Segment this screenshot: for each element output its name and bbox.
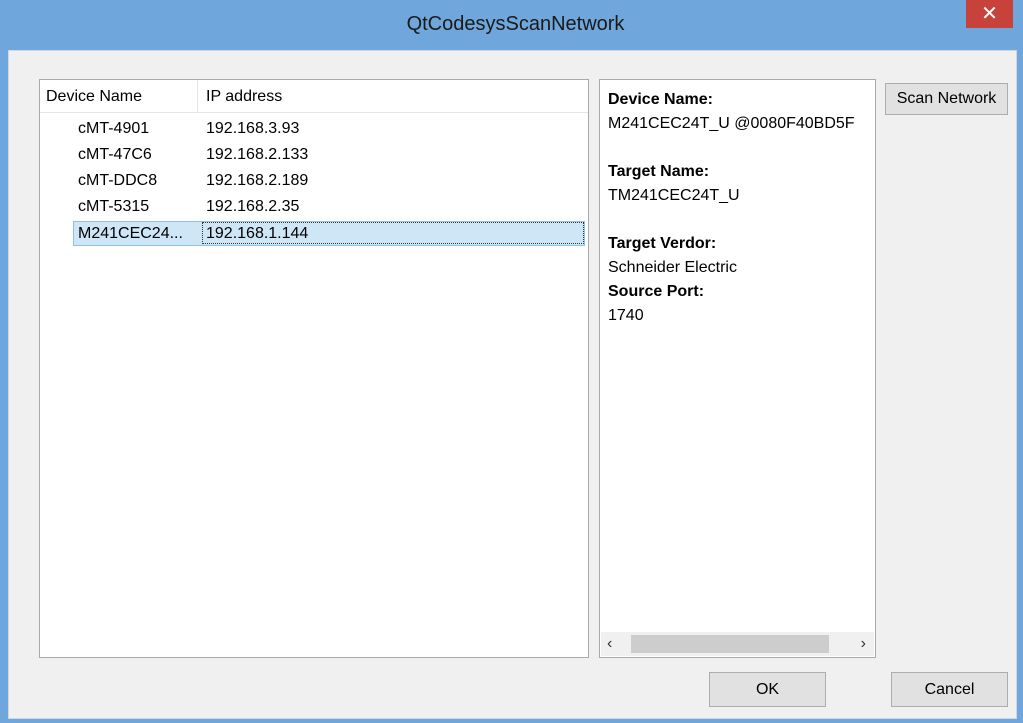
ip-address-cell: 192.168.3.93	[206, 120, 300, 137]
chevron-right-icon[interactable]: ›	[861, 632, 866, 656]
ip-address-cell: 192.168.2.35	[206, 198, 300, 215]
close-button[interactable]: ✕	[966, 0, 1013, 28]
target-name-label: Target Name:	[608, 163, 710, 180]
device-name-cell: cMT-47C6	[78, 146, 152, 163]
device-name-label: Device Name:	[608, 91, 713, 108]
horizontal-scrollbar[interactable]: ‹ ›	[601, 632, 874, 656]
dialog-body: Device Name IP address cMT-4901 192.168.…	[8, 50, 1017, 719]
device-rows: cMT-4901 192.168.3.93 cMT-47C6 192.168.2…	[40, 117, 588, 247]
device-name-value: M241CEC24T_U @0080F40BD5F	[608, 115, 855, 132]
device-details-panel: Device Name: M241CEC24T_U @0080F40BD5F T…	[599, 79, 876, 658]
device-name-cell: cMT-5315	[78, 198, 150, 215]
cancel-button[interactable]: Cancel	[891, 672, 1008, 707]
title-bar[interactable]: QtCodesysScanNetwork ✕	[8, 0, 1023, 50]
scan-network-button[interactable]: Scan Network	[885, 83, 1008, 115]
device-name-cell: cMT-4901	[78, 120, 150, 137]
window-title: QtCodesysScanNetwork	[406, 13, 625, 35]
list-header: Device Name IP address	[40, 80, 588, 113]
ip-address-cell: 192.168.2.189	[206, 172, 309, 189]
table-row[interactable]: cMT-5315 192.168.2.35	[40, 195, 588, 221]
table-row-selected[interactable]: M241CEC24... 192.168.1.144	[40, 221, 588, 247]
scrollbar-thumb[interactable]	[631, 635, 829, 653]
device-name-cell: M241CEC24...	[78, 225, 183, 242]
ok-button[interactable]: OK	[709, 672, 826, 707]
source-port-value: 1740	[608, 307, 644, 324]
device-name-cell: cMT-DDC8	[78, 172, 158, 189]
target-name-value: TM241CEC24T_U	[608, 187, 740, 204]
column-header-ip-address[interactable]: IP address	[206, 88, 282, 106]
source-port-label: Source Port:	[608, 283, 705, 300]
ip-address-cell: 192.168.1.144	[206, 225, 309, 242]
column-divider[interactable]	[197, 80, 198, 112]
device-details: Device Name: M241CEC24T_U @0080F40BD5F T…	[608, 88, 875, 328]
table-row[interactable]: cMT-47C6 192.168.2.133	[40, 143, 588, 169]
column-header-device-name[interactable]: Device Name	[46, 88, 142, 106]
ip-address-cell: 192.168.2.133	[206, 146, 309, 163]
table-row[interactable]: cMT-DDC8 192.168.2.189	[40, 169, 588, 195]
chevron-left-icon[interactable]: ‹	[607, 632, 612, 656]
target-vendor-value: Schneider Electric	[608, 259, 737, 276]
target-vendor-label: Target Verdor:	[608, 235, 717, 252]
table-row[interactable]: cMT-4901 192.168.3.93	[40, 117, 588, 143]
dialog-window: QtCodesysScanNetwork ✕ Device Name IP ad…	[0, 0, 1023, 723]
device-list[interactable]: Device Name IP address cMT-4901 192.168.…	[39, 79, 589, 658]
close-icon: ✕	[981, 3, 998, 25]
